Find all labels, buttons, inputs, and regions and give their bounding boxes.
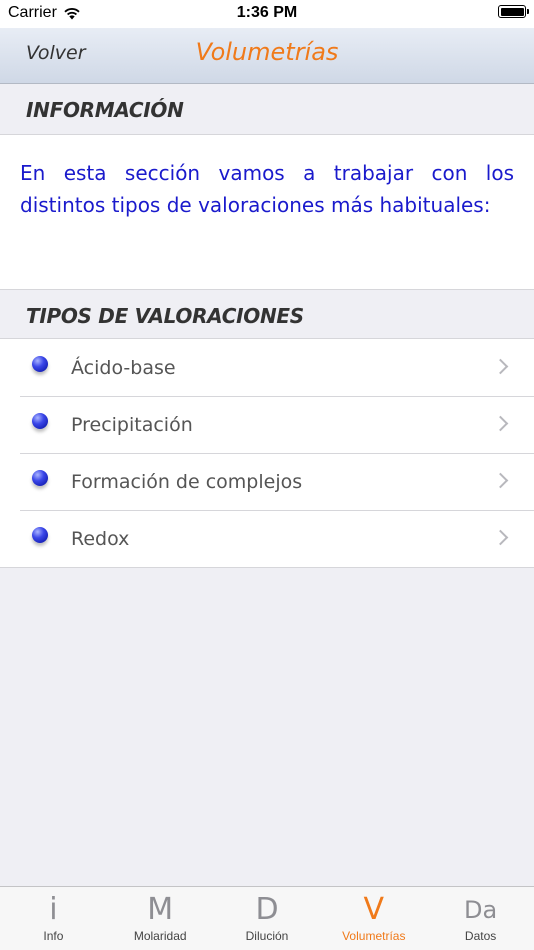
tab-label: Volumetrías: [342, 929, 406, 943]
row-divider: [20, 453, 534, 454]
datos-icon: Da: [463, 896, 498, 924]
status-time: 1:36 PM: [236, 4, 298, 21]
tab-volumetrias[interactable]: V Volumetrías: [320, 887, 427, 950]
bullet-icon: [32, 356, 48, 372]
list-item-label: Redox: [71, 527, 130, 550]
chevron-right-icon: [492, 415, 509, 432]
page-title: Volumetrías: [195, 38, 339, 66]
battery-icon: [498, 5, 529, 18]
navigation-bar: Volver Volumetrías: [0, 28, 534, 84]
list-item-acido-base[interactable]: Ácido-base: [0, 339, 534, 396]
list-item-precipitacion[interactable]: Precipitación: [0, 396, 534, 453]
list-item-label: Precipitación: [71, 413, 193, 436]
bullet-icon: [32, 413, 48, 429]
types-section-header: TIPOS DE VALORACIONES: [26, 304, 304, 328]
info-icon: i: [49, 892, 58, 927]
tab-label: Info: [43, 929, 64, 943]
list-item-label: Ácido-base: [71, 356, 176, 379]
dilucion-icon: D: [255, 892, 279, 927]
tab-datos[interactable]: Da Datos: [427, 887, 534, 950]
row-divider: [20, 510, 534, 511]
bullet-icon: [32, 470, 48, 486]
row-divider: [20, 396, 534, 397]
volumetrias-icon: V: [363, 892, 385, 927]
info-box: En esta sección vamos a trabajar con los…: [0, 134, 534, 290]
info-text: En esta sección vamos a trabajar con los…: [20, 161, 514, 217]
molaridad-icon: M: [147, 892, 174, 927]
tab-label: Dilución: [245, 929, 289, 943]
tab-info[interactable]: i Info: [0, 887, 107, 950]
list-item-redox[interactable]: Redox: [0, 510, 534, 567]
bullet-icon: [32, 527, 48, 543]
tab-label: Molaridad: [133, 929, 187, 943]
tab-molaridad[interactable]: M Molaridad: [107, 887, 214, 950]
info-section-header: INFORMACIÓN: [26, 98, 184, 122]
tab-label: Datos: [464, 929, 497, 943]
chevron-right-icon: [492, 472, 509, 489]
list-item-formacion-complejos[interactable]: Formación de complejos: [0, 453, 534, 510]
chevron-right-icon: [492, 358, 509, 375]
list-item-label: Formación de complejos: [71, 470, 303, 493]
status-bar: Carrier 1:36 PM: [0, 0, 534, 28]
chevron-right-icon: [492, 529, 509, 546]
tab-bar: i Info M Molaridad D Dilución V Volumetr…: [0, 886, 534, 950]
types-list: Ácido-base Precipitación Formación de co…: [0, 338, 534, 568]
tab-dilucion[interactable]: D Dilución: [214, 887, 321, 950]
